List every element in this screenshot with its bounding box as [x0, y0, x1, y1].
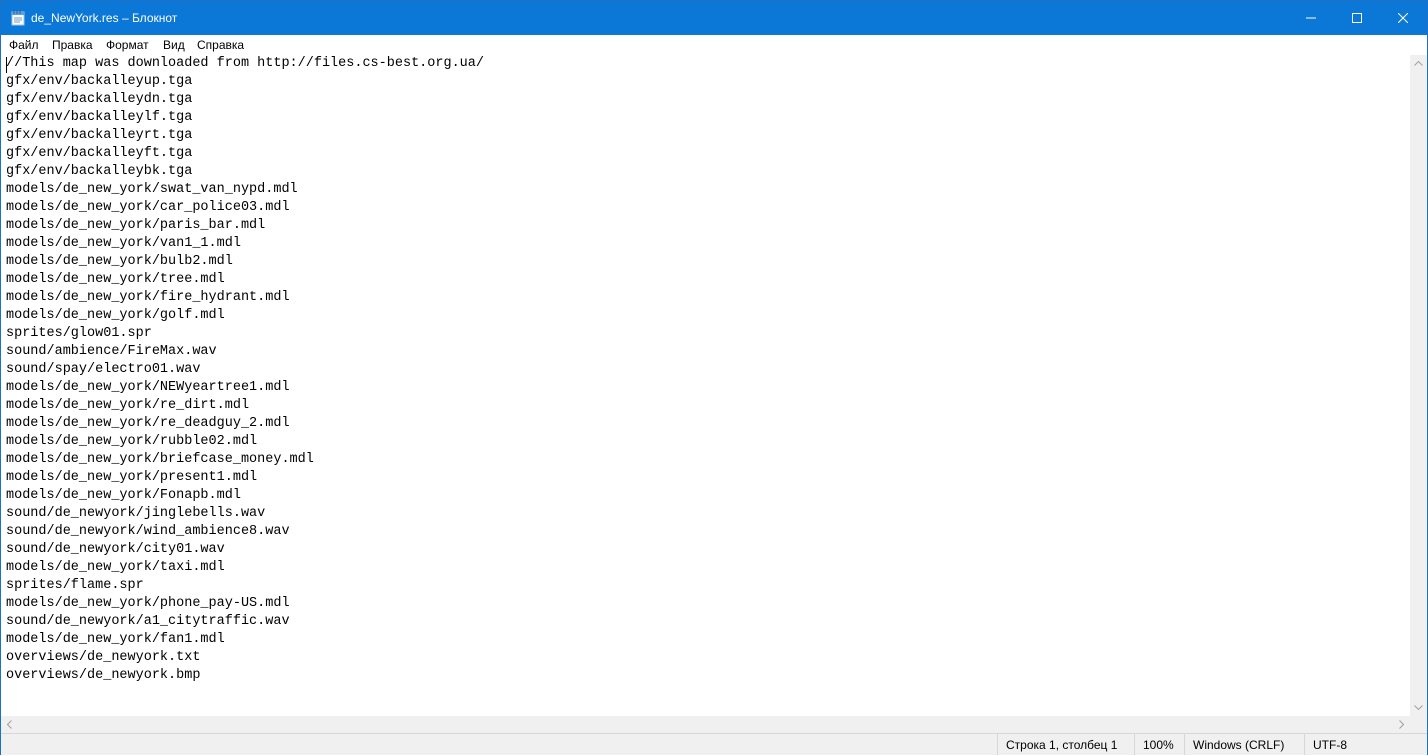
scroll-up-button[interactable]: [1410, 55, 1427, 72]
text-caret: [6, 57, 7, 73]
maximize-icon: [1352, 13, 1362, 23]
text-line[interactable]: gfx/env/backalleyup.tga: [6, 73, 484, 91]
scroll-right-button[interactable]: [1393, 716, 1410, 733]
vertical-scrollbar[interactable]: [1410, 55, 1427, 716]
text-line[interactable]: gfx/env/backalleydn.tga: [6, 91, 484, 109]
scrollbar-corner: [1410, 716, 1427, 733]
menu-bar: Файл Правка Формат Вид Справка: [1, 35, 1427, 55]
text-line[interactable]: sound/de_newyork/a1_citytraffic.wav: [6, 613, 484, 631]
text-line[interactable]: models/de_new_york/swat_van_nypd.mdl: [6, 181, 484, 199]
window-title: de_NewYork.res – Блокнот: [31, 11, 178, 25]
menu-format[interactable]: Формат: [100, 35, 155, 55]
text-line[interactable]: sound/ambience/FireMax.wav: [6, 343, 484, 361]
status-bar: Строка 1, столбец 1 100% Windows (CRLF) …: [1, 733, 1427, 755]
text-line[interactable]: models/de_new_york/re_deadguy_2.mdl: [6, 415, 484, 433]
text-line[interactable]: overviews/de_newyork.txt: [6, 649, 484, 667]
text-line[interactable]: sprites/flame.spr: [6, 577, 484, 595]
chevron-up-icon: [1414, 61, 1423, 66]
text-line[interactable]: models/de_new_york/phone_pay-US.mdl: [6, 595, 484, 613]
menu-help[interactable]: Справка: [191, 35, 250, 55]
text-line[interactable]: gfx/env/backalleybk.tga: [6, 163, 484, 181]
text-line[interactable]: models/de_new_york/fan1.mdl: [6, 631, 484, 649]
vertical-scroll-track[interactable]: [1410, 72, 1427, 699]
text-line[interactable]: models/de_new_york/rubble02.mdl: [6, 433, 484, 451]
menu-edit[interactable]: Правка: [46, 35, 99, 55]
scroll-down-button[interactable]: [1410, 699, 1427, 716]
text-line[interactable]: gfx/env/backalleyrt.tga: [6, 127, 484, 145]
text-lines[interactable]: //This map was downloaded from http://fi…: [6, 55, 484, 685]
close-button[interactable]: [1380, 1, 1426, 35]
text-line[interactable]: models/de_new_york/car_police03.mdl: [6, 199, 484, 217]
close-icon: [1398, 13, 1408, 23]
cursor-position: Строка 1, столбец 1: [997, 734, 1133, 755]
maximize-button[interactable]: [1334, 1, 1380, 35]
text-line[interactable]: models/de_new_york/re_dirt.mdl: [6, 397, 484, 415]
text-line[interactable]: models/de_new_york/fire_hydrant.mdl: [6, 289, 484, 307]
encoding: UTF-8: [1304, 734, 1427, 755]
text-line[interactable]: models/de_new_york/present1.mdl: [6, 469, 484, 487]
title-bar[interactable]: de_NewYork.res – Блокнот: [1, 1, 1427, 35]
text-line[interactable]: models/de_new_york/Fonapb.mdl: [6, 487, 484, 505]
text-line[interactable]: models/de_new_york/bulb2.mdl: [6, 253, 484, 271]
text-line[interactable]: sound/de_newyork/wind_ambience8.wav: [6, 523, 484, 541]
text-line[interactable]: models/de_new_york/briefcase_money.mdl: [6, 451, 484, 469]
text-line[interactable]: models/de_new_york/taxi.mdl: [6, 559, 484, 577]
chevron-left-icon: [7, 720, 12, 729]
zoom-level: 100%: [1134, 734, 1184, 755]
text-line[interactable]: models/de_new_york/paris_bar.mdl: [6, 217, 484, 235]
text-editor[interactable]: //This map was downloaded from http://fi…: [1, 55, 1410, 716]
minimize-button[interactable]: [1288, 1, 1334, 35]
menu-file[interactable]: Файл: [3, 35, 45, 55]
text-line[interactable]: sprites/glow01.spr: [6, 325, 484, 343]
text-line[interactable]: sound/de_newyork/city01.wav: [6, 541, 484, 559]
horizontal-scrollbar[interactable]: [1, 716, 1410, 733]
text-line[interactable]: overviews/de_newyork.bmp: [6, 667, 484, 685]
text-line[interactable]: models/de_new_york/golf.mdl: [6, 307, 484, 325]
text-line[interactable]: //This map was downloaded from http://fi…: [6, 55, 484, 73]
text-line[interactable]: models/de_new_york/NEWyeartree1.mdl: [6, 379, 484, 397]
menu-view[interactable]: Вид: [157, 35, 191, 55]
text-line[interactable]: models/de_new_york/tree.mdl: [6, 271, 484, 289]
text-line[interactable]: models/de_new_york/van1_1.mdl: [6, 235, 484, 253]
minimize-icon: [1306, 17, 1316, 19]
chevron-right-icon: [1399, 720, 1404, 729]
text-line[interactable]: gfx/env/backalleylf.tga: [6, 109, 484, 127]
chevron-down-icon: [1414, 705, 1423, 710]
line-endings: Windows (CRLF): [1184, 734, 1304, 755]
text-line[interactable]: sound/spay/electro01.wav: [6, 361, 484, 379]
notepad-icon[interactable]: [11, 10, 25, 26]
text-line[interactable]: sound/de_newyork/jinglebells.wav: [6, 505, 484, 523]
scroll-left-button[interactable]: [1, 716, 18, 733]
text-line[interactable]: gfx/env/backalleyft.tga: [6, 145, 484, 163]
notepad-window: de_NewYork.res – Блокнот Файл Правка Фор…: [0, 0, 1428, 755]
